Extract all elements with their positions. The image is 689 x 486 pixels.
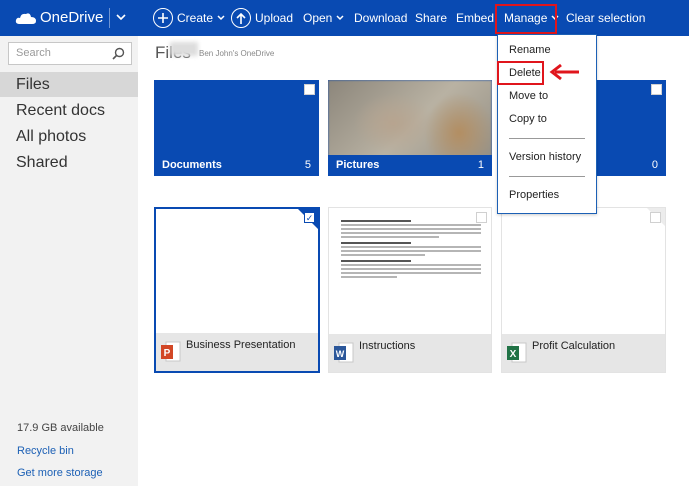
breadcrumb-owner[interactable]: Ben John's OneDrive [199, 49, 274, 58]
sidebar-item-all-photos[interactable]: All photos [0, 124, 138, 149]
sidebar: Search Files Recent docs All photos Shar… [0, 36, 138, 486]
file-name: Instructions [359, 340, 416, 352]
document-preview [341, 216, 481, 280]
file-name: Profit Calculation [532, 340, 616, 352]
recycle-bin-link[interactable]: Recycle bin [17, 445, 74, 457]
upload-button[interactable]: Upload [231, 0, 293, 36]
manage-highlight-box [495, 4, 557, 34]
search-input[interactable]: Search [8, 42, 132, 65]
menu-item-version-history[interactable]: Version history [509, 151, 581, 163]
onedrive-cloud-icon [15, 13, 36, 24]
search-placeholder: Search [16, 47, 51, 59]
tile-checkbox[interactable] [650, 212, 661, 223]
chevron-down-icon [217, 15, 225, 21]
upload-label: Upload [255, 11, 294, 25]
menu-item-move-to[interactable]: Move to [509, 90, 548, 102]
plus-icon [153, 8, 173, 28]
red-arrow-icon [549, 63, 579, 81]
open-label: Open [303, 11, 333, 25]
svg-text:W: W [336, 349, 345, 359]
onedrive-window: OneDrive Create Upload Open Download Sha… [0, 0, 689, 486]
brand[interactable]: OneDrive [0, 0, 137, 36]
folder-count: 5 [304, 159, 311, 171]
menu-item-rename[interactable]: Rename [509, 44, 551, 56]
command-bar: OneDrive Create Upload Open Download Sha… [0, 0, 689, 36]
file-tile-business-presentation[interactable]: ✓ P Business Presentation [154, 207, 320, 373]
get-more-storage-link[interactable]: Get more storage [17, 467, 103, 479]
powerpoint-icon: P [161, 341, 181, 362]
menu-item-properties[interactable]: Properties [509, 189, 559, 201]
sidebar-item-shared[interactable]: Shared [0, 150, 138, 175]
folder-count: 1 [477, 159, 484, 171]
file-tile-profit-calculation[interactable]: X Profit Calculation [501, 207, 666, 373]
tile-checkbox[interactable] [304, 84, 315, 95]
share-label: Share [415, 11, 448, 25]
download-button[interactable]: Download [354, 0, 407, 36]
chevron-down-icon [336, 15, 344, 21]
menu-item-copy-to[interactable]: Copy to [509, 113, 547, 125]
file-footer: P Business Presentation [156, 333, 318, 371]
menu-divider [509, 176, 585, 177]
folder-tile-pictures[interactable]: Pictures 1 [328, 80, 492, 176]
folder-name: Documents [162, 159, 222, 171]
delete-highlight-box [497, 61, 544, 85]
sidebar-item-files[interactable]: Files [0, 72, 138, 97]
clear-selection-button[interactable]: Clear selection [566, 0, 645, 36]
create-label: Create [177, 11, 214, 25]
redacted-name [170, 42, 198, 56]
file-tile-instructions[interactable]: W Instructions [328, 207, 492, 373]
upload-arrow-icon [231, 8, 251, 28]
tile-checkbox[interactable] [651, 84, 662, 95]
search-icon[interactable] [112, 47, 125, 60]
tile-checkbox-checked[interactable]: ✓ [304, 212, 315, 223]
create-button[interactable]: Create [153, 0, 225, 36]
file-name: Business Presentation [186, 339, 296, 351]
brand-divider [109, 8, 110, 28]
embed-button[interactable]: Embed [456, 0, 494, 36]
storage-available: 17.9 GB available [17, 422, 104, 434]
file-footer: W Instructions [329, 334, 491, 372]
word-icon: W [334, 342, 354, 363]
chevron-down-icon[interactable] [115, 10, 127, 24]
share-button[interactable]: Share [415, 0, 447, 36]
folder-name: Pictures [336, 159, 380, 171]
folder-tile-documents[interactable]: Documents 5 [154, 80, 319, 176]
embed-label: Embed [456, 11, 495, 25]
download-label: Download [354, 11, 408, 25]
folder-count: 0 [651, 159, 658, 171]
svg-text:P: P [164, 348, 171, 359]
svg-text:X: X [510, 349, 517, 360]
menu-divider [509, 138, 585, 139]
file-footer: X Profit Calculation [502, 334, 665, 372]
sidebar-item-recent-docs[interactable]: Recent docs [0, 98, 138, 123]
open-button[interactable]: Open [303, 0, 344, 36]
clear-selection-label: Clear selection [566, 11, 646, 25]
brand-name: OneDrive [40, 9, 104, 26]
excel-icon: X [507, 342, 527, 363]
